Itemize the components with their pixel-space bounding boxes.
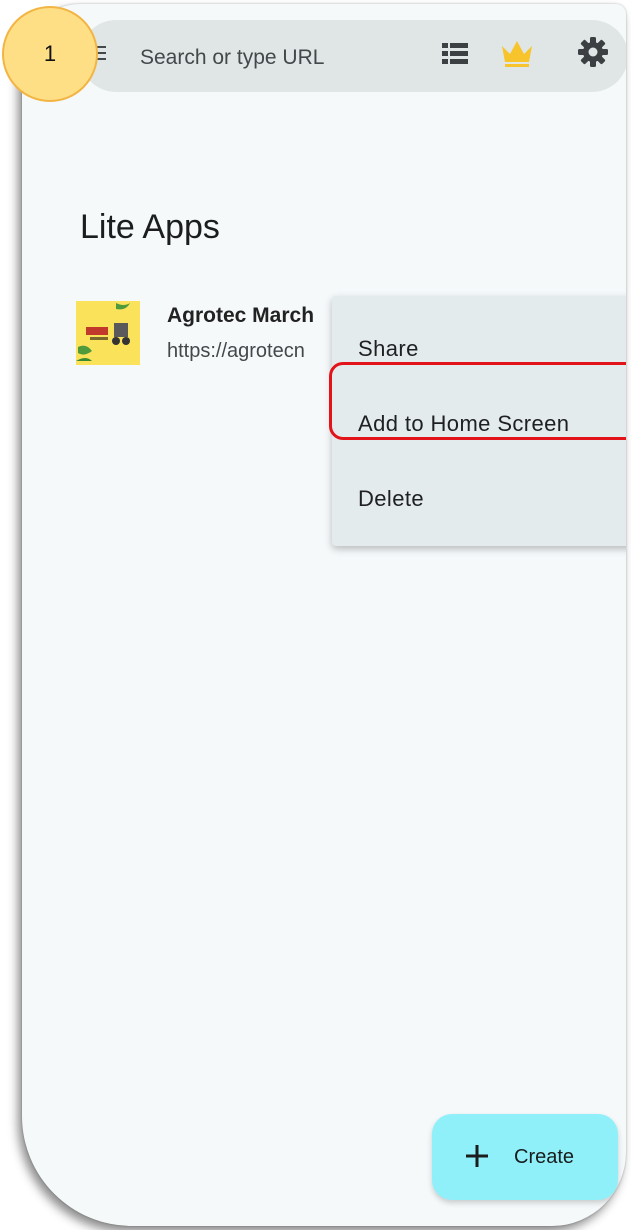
app-url[interactable]: https://agrotecn [167,340,305,363]
app-logo [76,301,140,365]
app-name[interactable]: Agrotec March [167,304,314,328]
list-icon[interactable] [442,42,468,66]
gear-icon[interactable] [577,36,609,68]
section-title: Lite Apps [80,208,220,246]
step-badge: 1 [2,6,98,102]
plus-icon [466,1145,488,1167]
search-placeholder[interactable]: Search or type URL [140,46,324,70]
app-thumbnail[interactable] [76,301,140,365]
search-bar[interactable]: Search or type URL [80,20,626,92]
highlight-annotation [329,362,626,440]
create-button-label: Create [514,1146,575,1168]
menu-item-share[interactable]: Share [358,336,419,362]
crown-icon[interactable] [500,38,534,68]
create-button[interactable]: Create [432,1114,618,1200]
menu-item-delete[interactable]: Delete [358,486,424,512]
phone-screen: Search or type URL Lite Apps Agrotec Mar… [22,4,626,1226]
